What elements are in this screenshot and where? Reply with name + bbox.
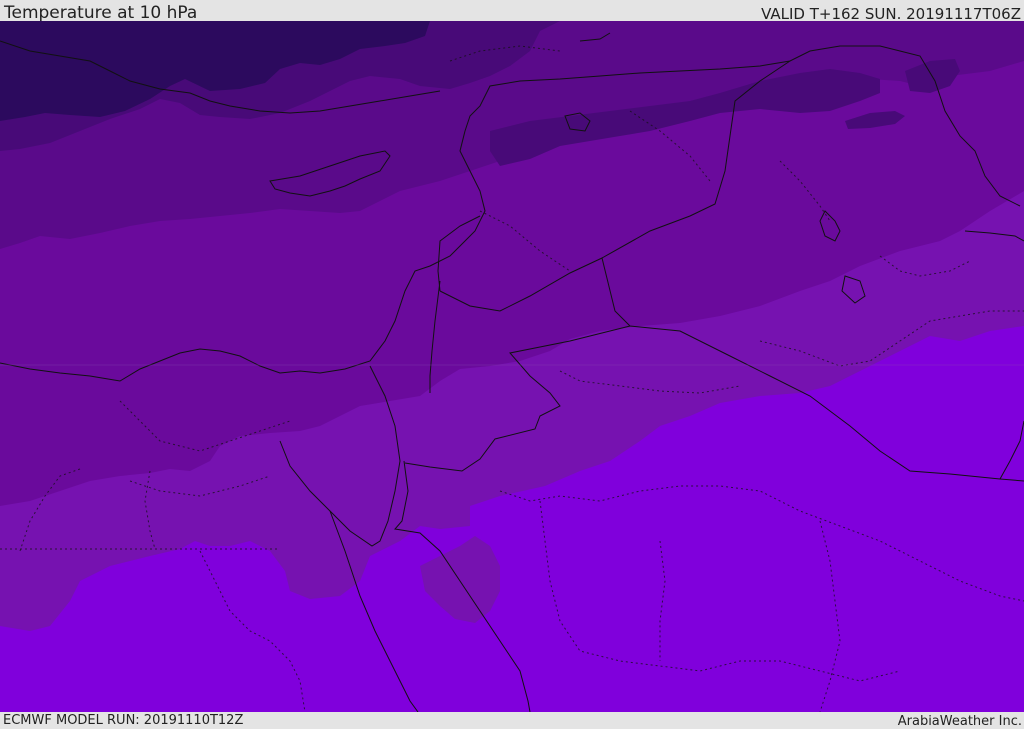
credit-label: ArabiaWeather Inc.	[897, 714, 1022, 729]
map-canvas	[0, 21, 1024, 712]
temperature-map	[0, 21, 1024, 712]
model-run: ECMWF MODEL RUN: 20191110T12Z	[3, 713, 244, 728]
map-header: Temperature at 10 hPa VALID T+162 SUN. 2…	[0, 0, 1024, 23]
map-title: Temperature at 10 hPa	[4, 3, 198, 23]
map-footer: ECMWF MODEL RUN: 20191110T12Z ArabiaWeat…	[0, 712, 1024, 729]
